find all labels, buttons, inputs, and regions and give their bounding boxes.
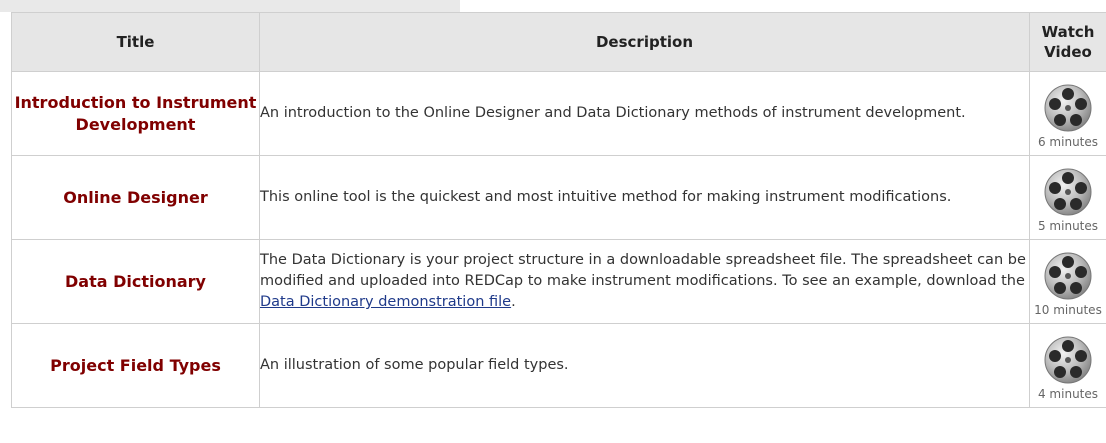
film-reel-icon[interactable] <box>1043 83 1093 133</box>
row-description: The Data Dictionary is your project stru… <box>259 239 1030 324</box>
film-reel-icon[interactable] <box>1043 167 1093 217</box>
table-row: Data Dictionary The Data Dictionary is y… <box>11 239 1106 324</box>
row-description: An introduction to the Online Designer a… <box>259 71 1030 156</box>
header-watch-video: Watch Video <box>1029 12 1106 72</box>
watch-video-button[interactable]: 5 minutes <box>1029 155 1106 240</box>
row-description: This online tool is the quickest and mos… <box>259 155 1030 240</box>
film-reel-icon[interactable] <box>1043 251 1093 301</box>
table-header-row: Title Description Watch Video <box>11 12 1106 72</box>
watch-video-button[interactable]: 4 minutes <box>1029 323 1106 408</box>
row-title: Online Designer <box>11 155 260 240</box>
film-reel-icon[interactable] <box>1043 335 1093 385</box>
description-suffix: . <box>511 294 516 310</box>
row-title: Project Field Types <box>11 323 260 408</box>
video-duration: 5 minutes <box>1037 218 1099 233</box>
top-shade-strip <box>0 0 460 12</box>
video-duration: 4 minutes <box>1037 386 1099 401</box>
training-videos-table: Title Description Watch Video Introducti… <box>11 12 1106 408</box>
video-duration: 6 minutes <box>1037 134 1099 149</box>
video-duration: 10 minutes <box>1034 302 1102 317</box>
watch-video-button[interactable]: 6 minutes <box>1029 71 1106 156</box>
row-title: Data Dictionary <box>11 239 260 324</box>
table-row: Introduction to Instrument Development A… <box>11 71 1106 156</box>
header-description: Description <box>259 12 1030 72</box>
data-dictionary-demo-link[interactable]: Data Dictionary demonstration file <box>260 294 511 310</box>
description-text: The Data Dictionary is your project stru… <box>260 252 1026 289</box>
row-title: Introduction to Instrument Development <box>11 71 260 156</box>
table-row: Project Field Types An illustration of s… <box>11 323 1106 408</box>
row-description: An illustration of some popular field ty… <box>259 323 1030 408</box>
video-table-container: Title Description Watch Video Introducti… <box>0 0 1106 443</box>
watch-video-button[interactable]: 10 minutes <box>1029 239 1106 324</box>
header-title: Title <box>11 12 260 72</box>
table-row: Online Designer This online tool is the … <box>11 155 1106 240</box>
